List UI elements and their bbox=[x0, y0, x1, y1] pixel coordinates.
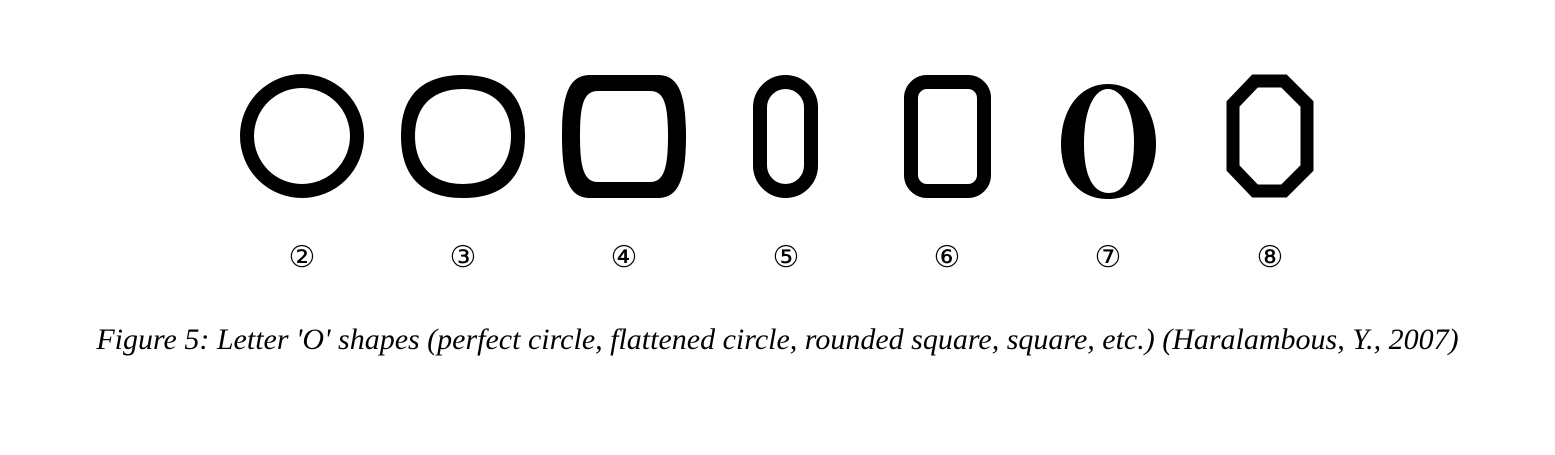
shape-rounded-rectangle bbox=[904, 75, 991, 198]
shape-octagon bbox=[1226, 74, 1314, 198]
shape-rounded-square bbox=[562, 75, 686, 198]
shape-flattened-circle bbox=[401, 75, 525, 198]
figure: ② ③ ④ ⑤ ⑥ ⑦ ⑧ Figure 5: Letter 'O' shape… bbox=[0, 0, 1555, 455]
shape-serif-oval bbox=[1061, 84, 1156, 199]
figure-caption: Figure 5: Letter 'O' shapes (perfect cir… bbox=[96, 323, 1459, 356]
shape-label-8: ⑧ bbox=[1256, 240, 1284, 275]
shape-label-6: ⑥ bbox=[933, 240, 961, 275]
shape-label-3: ③ bbox=[449, 240, 477, 275]
shape-label-5: ⑤ bbox=[772, 240, 800, 275]
shape-narrow-stadium bbox=[753, 75, 818, 198]
shape-perfect-circle bbox=[240, 74, 364, 198]
shape-label-2: ② bbox=[288, 240, 316, 275]
shape-label-7: ⑦ bbox=[1094, 240, 1122, 275]
shape-label-4: ④ bbox=[610, 240, 638, 275]
